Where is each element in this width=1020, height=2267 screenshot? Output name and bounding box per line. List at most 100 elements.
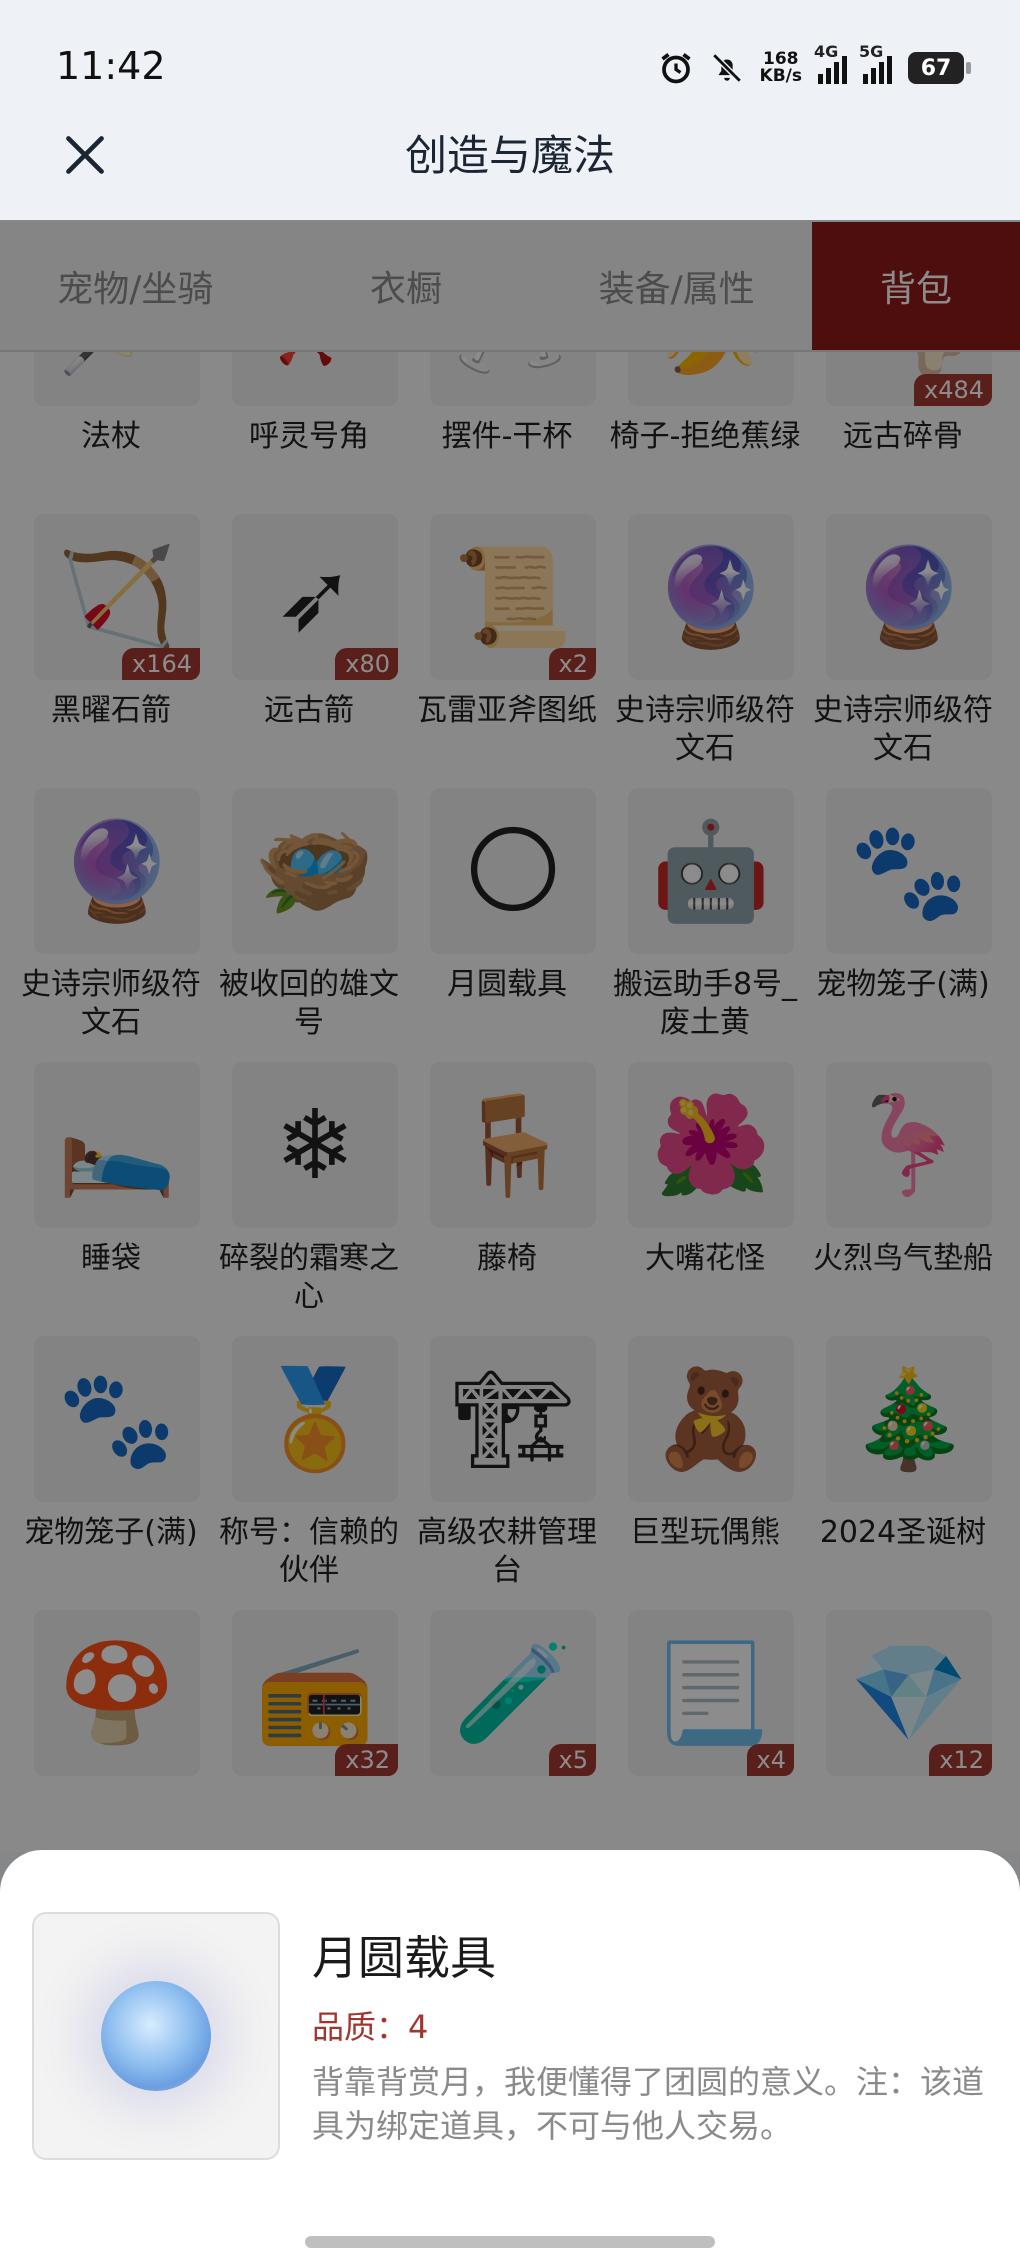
tab-2[interactable]: 装备/属性 — [541, 222, 812, 350]
item-name: 史诗宗师级符文石 — [813, 693, 993, 766]
net-speed: 168 KB/s — [760, 51, 802, 85]
item-icon: 🪑 — [453, 1088, 573, 1201]
item-name: 黑曜石箭 — [51, 693, 171, 728]
item-icon: 🔮 — [849, 540, 969, 653]
item-icon: 📃 — [651, 1636, 771, 1749]
item-detail-name: 月圆载具 — [312, 1931, 496, 1985]
item-thumbnail: 🍌 — [628, 352, 794, 406]
item-name: 史诗宗师级符文石 — [21, 967, 201, 1040]
item-icon: 🧪 — [453, 1636, 573, 1749]
item-name: 瓦雷亚斧图纸 — [417, 693, 597, 728]
alarm-icon — [660, 53, 691, 84]
item-icon: 💎 — [849, 1636, 969, 1749]
item-thumbnail: 🪑 — [430, 1062, 596, 1228]
item-thumbnail: 🐾 — [34, 1336, 200, 1502]
item-name: 宠物笼子(满) — [24, 1515, 198, 1550]
item-name: 法杖 — [81, 419, 141, 454]
item-thumbnail: 🎄 — [826, 1336, 992, 1502]
net-speed-unit: KB/s — [759, 66, 802, 86]
item-detail-image — [32, 1912, 280, 2160]
item-name: 摆件-干杯 — [441, 419, 573, 454]
item-icon: 🏗 — [452, 1362, 574, 1475]
signal-4g: 4G — [814, 42, 847, 84]
item-icon: 🎄 — [849, 1362, 969, 1475]
item-icon: 🏹 — [57, 540, 177, 653]
item-name: 宠物笼子(满) — [816, 967, 990, 1002]
item-name: 史诗宗师级符文石 — [615, 693, 795, 766]
item-icon: 📜 — [453, 540, 573, 653]
item-icon: 🤖 — [651, 814, 771, 927]
item-icon: 🥂 — [453, 352, 573, 380]
moon-vehicle-icon — [101, 1981, 211, 2091]
item-name: 高级农耕管理台 — [417, 1515, 597, 1588]
item-thumbnail: 🪺 — [232, 788, 398, 954]
item-name: 搬运助手8号_废土黄 — [612, 967, 798, 1040]
item-icon: 🪺 — [255, 814, 375, 927]
item-name: 呼灵号角 — [249, 419, 369, 454]
item-thumbnail: 📯 — [232, 352, 398, 406]
tab-1[interactable]: 衣橱 — [271, 222, 542, 350]
item-name: 藤椅 — [477, 1241, 537, 1276]
item-thumbnail: ➶ x80 — [232, 514, 398, 680]
item-name: 2024圣诞树 — [819, 1515, 987, 1550]
item-quantity-badge: x4 — [746, 1744, 794, 1776]
item-quantity-badge: x2 — [548, 648, 596, 680]
page-title: 创造与魔法 — [404, 131, 615, 180]
item-thumbnail: 📃 x4 — [628, 1610, 794, 1776]
item-thumbnail: 🦴x484 — [826, 352, 992, 406]
item-thumbnail: 🛌 — [34, 1062, 200, 1228]
item-name: 称号：信赖的伙伴 — [219, 1515, 399, 1588]
item-thumbnail: 🌕 — [430, 788, 596, 954]
home-indicator[interactable] — [305, 2236, 715, 2248]
item-icon: 🍄 — [57, 1636, 177, 1749]
item-icon: 🪄 — [57, 352, 177, 380]
item-thumbnail: 🌺 — [628, 1062, 794, 1228]
item-icon: 🔮 — [651, 540, 771, 653]
status-time: 11:42 — [56, 44, 166, 88]
item-quantity-badge: x484 — [913, 374, 992, 406]
tab-3[interactable]: 背包 — [812, 222, 1020, 350]
item-icon: 🍌 — [651, 352, 771, 380]
item-name: 火烈鸟气垫船 — [813, 1241, 993, 1276]
item-thumbnail: 🪄 — [34, 352, 200, 406]
item-name: 碎裂的霜寒之心 — [219, 1241, 399, 1314]
item-name: 月圆载具 — [447, 967, 567, 1002]
item-thumbnail: 📻 x32 — [232, 1610, 398, 1776]
item-thumbnail: 🍄 — [34, 1610, 200, 1776]
item-thumbnail: 💎 x12 — [826, 1610, 992, 1776]
item-name: 远古碎骨 — [843, 419, 963, 454]
item-icon: 🐾 — [849, 814, 969, 927]
item-name: 大嘴花怪 — [645, 1241, 765, 1276]
item-quantity-badge: x32 — [335, 1744, 398, 1776]
category-tabs: 宠物/坐骑 衣橱 装备/属性 背包 — [0, 222, 1020, 352]
item-icon: 📯 — [255, 352, 375, 380]
item-thumbnail: ❄ — [232, 1062, 398, 1228]
item-name: 远古箭 — [264, 693, 354, 728]
item-quantity-badge: x5 — [548, 1744, 596, 1776]
inventory-grid: 🪄 法杖 📯 呼灵号角 🥂 摆件-干杯 🍌 椅子-拒绝蕉绿 🦴x484 远古碎骨 🏹x164 黑曜石箭… — [0, 352, 1020, 1852]
item-thumbnail: 🔮 — [34, 788, 200, 954]
item-name: 椅子-拒绝蕉绿 — [609, 419, 801, 454]
item-icon: 📻 — [255, 1636, 375, 1749]
item-thumbnail: 🥂 — [430, 352, 596, 406]
item-thumbnail: 🧸 — [628, 1336, 794, 1502]
item-quantity-badge: x12 — [929, 1744, 992, 1776]
item-thumbnail: 📜 x2 — [430, 514, 596, 680]
status-icons: 168 KB/s 4G 5G 67 — [658, 42, 971, 92]
item-icon: 🦩 — [849, 1088, 969, 1201]
item-icon: 🌺 — [651, 1088, 771, 1201]
bell-muted-icon — [711, 53, 742, 83]
item-thumbnail: 🏗 — [430, 1336, 596, 1502]
item-thumbnail: 🏹 x164 — [34, 514, 200, 680]
signal-4g-label: 4G — [814, 42, 839, 61]
item-name: 巨型玩偶熊 — [630, 1515, 780, 1550]
tab-0[interactable]: 宠物/坐骑 — [0, 222, 271, 350]
item-detail-sheet: 月圆载具 品质：4 背靠背赏月，我便懂得了团圆的意义。注：该道具为绑定道具，不可… — [0, 1850, 1020, 2267]
item-icon: ➶ — [274, 541, 356, 653]
item-icon: 🌕 — [462, 815, 564, 927]
item-icon: 🧸 — [651, 1362, 771, 1475]
signal-5g-label: 5G — [859, 42, 884, 61]
item-thumbnail: 🔮 — [826, 514, 992, 680]
item-icon: 🐾 — [57, 1362, 177, 1475]
item-detail-quality: 品质：4 — [312, 2008, 429, 2046]
